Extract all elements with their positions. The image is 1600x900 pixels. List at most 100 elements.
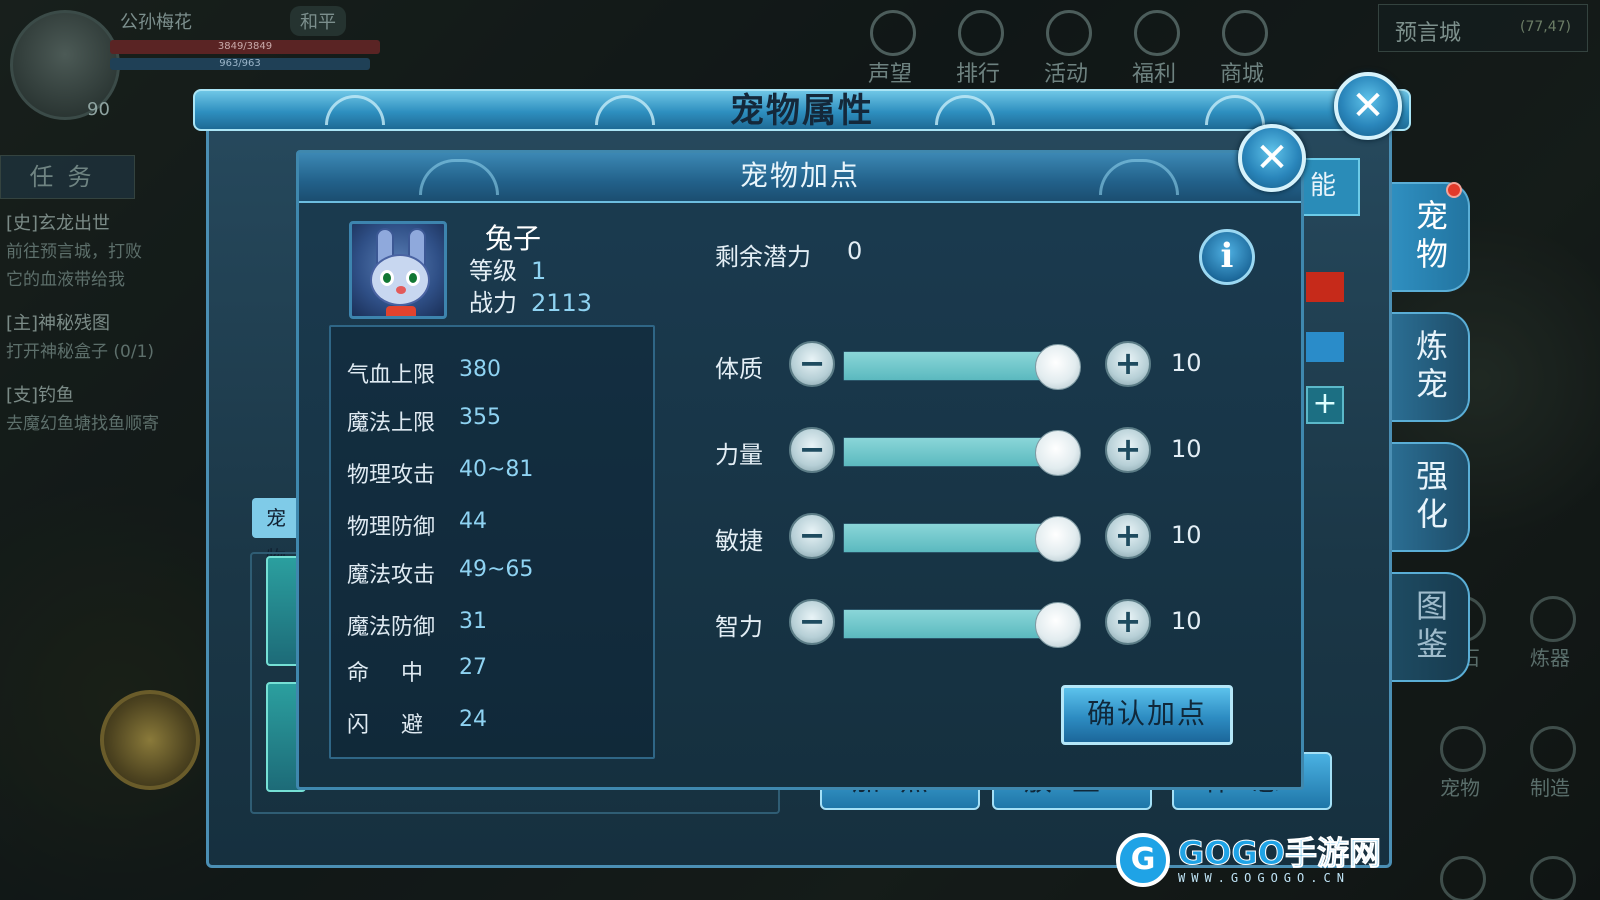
quest-desc: 前往预言城，打败 (6, 242, 142, 262)
stat-value: 24 (459, 707, 487, 732)
attr-value: 10 (1171, 349, 1202, 377)
minus-button[interactable]: − (789, 599, 835, 645)
stat-hit: 命中 27 (347, 655, 487, 687)
slider-knob[interactable] (1034, 602, 1081, 648)
attr-row-strength: 力量 − + 10 (715, 427, 1215, 477)
attr-slider[interactable] (843, 602, 1081, 648)
top-menu-shop[interactable]: 商城 (1207, 6, 1277, 87)
plus-button[interactable]: + (1105, 513, 1151, 559)
menu-system[interactable]: 系统 (1510, 850, 1590, 900)
menu-refine[interactable]: 炼器 (1510, 590, 1590, 680)
info-button[interactable]: i (1199, 229, 1255, 285)
attr-row-intelligence: 智力 − + 10 (715, 599, 1215, 649)
attr-label: 力量 (715, 441, 763, 469)
minus-button[interactable]: − (789, 341, 835, 387)
quest-item[interactable]: [支]钓鱼 去魔幻鱼塘找鱼顺寄 (6, 382, 206, 438)
site-watermark: G GOGO手游网 WWW.GOGOGO.CN (1116, 830, 1381, 890)
slider-knob[interactable] (1034, 344, 1081, 390)
stat-value: 49~65 (459, 557, 534, 582)
pet-power-label: 战力 (469, 289, 517, 317)
slider-knob[interactable] (1034, 430, 1081, 476)
quest-tab[interactable]: 任务 (0, 155, 135, 199)
plus-button[interactable]: + (1105, 341, 1151, 387)
pet-power: 战力 2113 (469, 283, 592, 318)
quest-item[interactable]: [主]神秘残图 打开神秘盒子 (0/1) (6, 310, 206, 366)
confirm-add-points-button[interactable]: 确认加点 (1061, 685, 1233, 745)
under-plus-button[interactable]: + (1306, 386, 1344, 424)
plus-button[interactable]: + (1105, 427, 1151, 473)
stat-magic-attack: 魔法攻击 49~65 (347, 557, 533, 589)
menu-craft[interactable]: 制造 (1510, 720, 1590, 810)
add-points-title-bar: 宠物加点 (299, 153, 1301, 203)
pet-level-label: 等级 (469, 257, 517, 285)
top-menu-welfare[interactable]: 福利 (1119, 6, 1189, 87)
under-red-bar (1306, 272, 1344, 302)
plus-button[interactable]: + (1105, 599, 1151, 645)
quest-list: [史]玄龙出世 前往预言城，打败 它的血液带给我 [主]神秘残图 打开神秘盒子 … (6, 210, 206, 454)
stat-magic-defense: 魔法防御 31 (347, 609, 487, 641)
stat-physical-defense: 物理防御 44 (347, 509, 487, 541)
player-portrait[interactable]: 90 (10, 10, 120, 120)
rabbit-nose-icon (396, 286, 406, 294)
stat-label: 魔法防御 (347, 615, 436, 640)
quest-title: [主]神秘残图 (6, 313, 111, 334)
pet-stats-box: 气血上限 380 魔法上限 355 物理攻击 40~81 物理防御 44 魔法攻… (329, 325, 655, 759)
watermark-text: GOGO手游网 WWW.GOGOGO.CN (1178, 835, 1382, 886)
stat-physical-attack: 物理攻击 40~81 (347, 457, 533, 489)
rabbit-eye-icon (406, 270, 420, 286)
quest-item[interactable]: [史]玄龙出世 前往预言城，打败 它的血液带给我 (6, 210, 206, 294)
pet-avatar[interactable] (349, 221, 447, 319)
stat-label: 魔法攻击 (347, 563, 436, 588)
quest-title: [史]玄龙出世 (6, 213, 111, 234)
tab-codex[interactable]: 图鉴 (1392, 572, 1470, 682)
slider-fill (844, 610, 1058, 638)
hp-bar: 3849/3849 (110, 40, 380, 54)
tab-label: 图鉴 (1411, 589, 1449, 665)
notification-dot-icon (1446, 182, 1462, 198)
pet-power-value: 2113 (531, 289, 593, 317)
tab-refine-pet[interactable]: 炼宠 (1392, 312, 1470, 422)
minus-button[interactable]: − (789, 427, 835, 473)
mp-bar: 963/963 (110, 58, 370, 70)
pet-attributes-title: 宠物属性 (730, 91, 874, 131)
rabbit-eye-icon (380, 270, 394, 286)
stat-value: 31 (459, 609, 487, 634)
inner-close-button[interactable]: ✕ (1238, 124, 1306, 192)
attr-slider[interactable] (843, 516, 1081, 562)
attr-value: 10 (1171, 435, 1202, 463)
attr-slider[interactable] (843, 430, 1081, 476)
watermark-logo-icon: G (1116, 833, 1170, 887)
attr-row-constitution: 体质 − + 10 (715, 341, 1215, 391)
slider-knob[interactable] (1034, 516, 1081, 562)
slider-fill (844, 352, 1058, 380)
stat-max-hp: 气血上限 380 (347, 357, 501, 389)
pk-mode-badge[interactable]: 和平 (290, 6, 346, 36)
quest-desc: 打开神秘盒子 (0/1) (6, 342, 155, 362)
virtual-joystick[interactable] (100, 690, 200, 790)
outer-close-button[interactable]: ✕ (1334, 72, 1402, 140)
stat-label: 物理攻击 (347, 463, 436, 488)
slider-fill (844, 438, 1058, 466)
attr-value: 10 (1171, 521, 1202, 549)
top-menu-ranking[interactable]: 排行 (943, 6, 1013, 87)
attr-slider[interactable] (843, 344, 1081, 390)
remaining-potential-label: 剩余潜力 (715, 243, 811, 271)
tab-enhance[interactable]: 强化 (1392, 442, 1470, 552)
top-menu-reputation[interactable]: 声望 (855, 6, 925, 87)
player-level: 90 (87, 99, 110, 120)
menu-pet[interactable]: 宠物 (1420, 720, 1500, 810)
attr-label: 智力 (715, 613, 763, 641)
minimap-label[interactable]: 预言城 (77,47) (1378, 4, 1588, 52)
stat-label: 魔法上限 (347, 411, 436, 436)
menu-mount[interactable]: 坐骑 (1420, 850, 1500, 900)
minus-button[interactable]: − (789, 513, 835, 559)
stat-label: 物理防御 (347, 515, 436, 540)
pet-skill-tab[interactable]: 能 (1300, 158, 1360, 216)
tab-pet[interactable]: 宠物 (1392, 182, 1470, 292)
attr-label: 敏捷 (715, 527, 763, 555)
top-menu-activity[interactable]: 活动 (1031, 6, 1101, 87)
stat-dodge: 闪避 24 (347, 707, 487, 739)
rabbit-face-icon (370, 254, 430, 306)
map-coords: (77,47) (1519, 19, 1571, 35)
pet-list-tab[interactable]: 宠物 (252, 498, 302, 570)
